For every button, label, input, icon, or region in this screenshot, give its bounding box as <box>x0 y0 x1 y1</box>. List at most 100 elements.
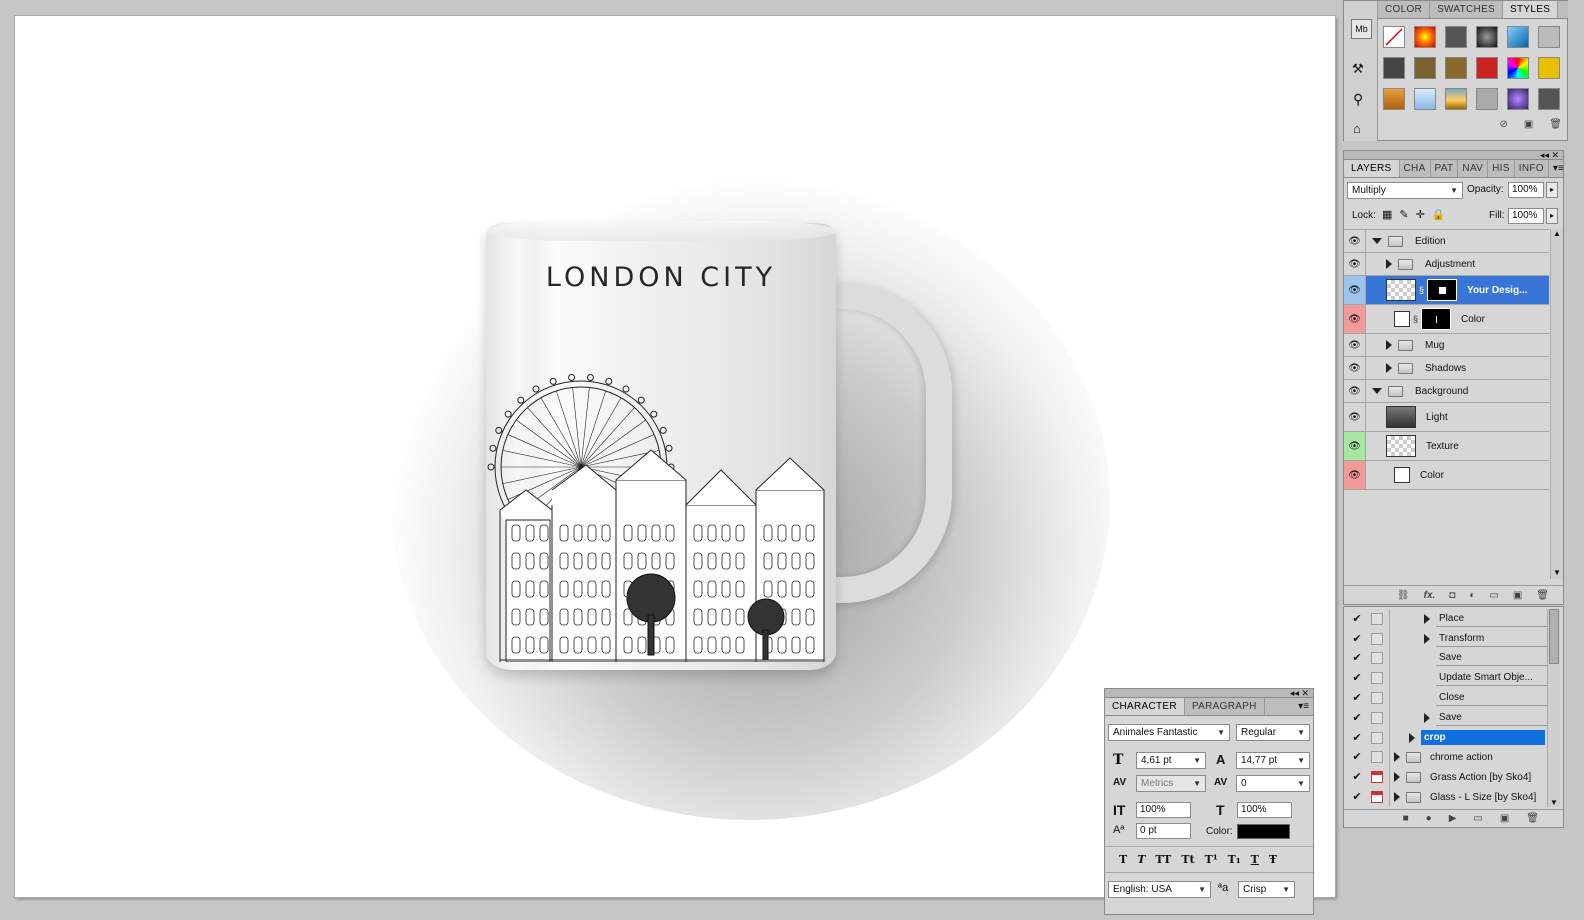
lock-pixels-icon[interactable]: ✎ <box>1399 208 1408 221</box>
mask-link-icon[interactable]: § <box>1413 314 1418 324</box>
layer-row[interactable]: 👁 Background <box>1344 380 1549 403</box>
tool-presets-icon[interactable]: ⚲ <box>1353 91 1363 108</box>
action-row[interactable]: ✔ Close <box>1344 688 1547 708</box>
new-set-icon[interactable]: ▭ <box>1473 813 1482 824</box>
style-swatch[interactable] <box>1414 88 1436 110</box>
blend-mode-select[interactable]: Multiply ▼ <box>1347 182 1463 199</box>
style-swatch[interactable] <box>1476 88 1498 110</box>
action-row[interactable]: ✔ chrome action <box>1344 747 1547 768</box>
link-layers-icon[interactable]: ⛓ <box>1397 590 1410 601</box>
brush-presets-icon[interactable]: ⚒ <box>1352 61 1364 77</box>
action-enabled-checkmark-icon[interactable]: ✔ <box>1351 633 1363 645</box>
tab-character-mini[interactable]: CHA <box>1400 160 1431 177</box>
expand-down-icon[interactable] <box>1372 388 1382 394</box>
expand-right-icon[interactable] <box>1424 613 1430 624</box>
new-layer-icon[interactable]: ▣ <box>1513 590 1522 601</box>
new-action-icon[interactable]: ▣ <box>1500 813 1509 824</box>
lock-position-icon[interactable]: ✛ <box>1416 208 1425 221</box>
stop-icon[interactable]: ■ <box>1403 813 1409 824</box>
layer-row[interactable]: 👁 Texture <box>1344 432 1549 461</box>
type-style-button[interactable]: T₁ <box>1228 853 1241 866</box>
style-none[interactable] <box>1383 26 1405 48</box>
new-style-icon[interactable]: ▣ <box>1524 119 1533 130</box>
dialog-toggle-icon[interactable] <box>1371 692 1383 705</box>
fill-input[interactable]: 100% <box>1508 208 1544 224</box>
layer-row[interactable]: 👁 Color <box>1344 461 1549 490</box>
action-enabled-checkmark-icon[interactable]: ✔ <box>1351 672 1363 684</box>
type-style-button[interactable]: T¹ <box>1205 853 1218 866</box>
expand-down-icon[interactable] <box>1372 238 1382 244</box>
leading-select[interactable]: 14,77 pt ▼ <box>1236 752 1310 769</box>
expand-right-icon[interactable] <box>1394 772 1400 783</box>
action-row[interactable]: ✔ Transform <box>1344 628 1547 649</box>
action-row[interactable]: ✔ Save <box>1344 707 1547 728</box>
type-style-button[interactable]: TT <box>1155 853 1171 866</box>
style-swatch[interactable] <box>1507 88 1529 110</box>
style-swatch[interactable] <box>1445 57 1467 79</box>
action-enabled-checkmark-icon[interactable]: ✔ <box>1351 692 1363 704</box>
expand-right-icon[interactable] <box>1424 633 1430 644</box>
action-row[interactable]: ✔ Grass Action [by Sko4] <box>1344 767 1547 788</box>
type-style-button[interactable]: T <box>1251 853 1259 866</box>
layer-visibility-eye-icon[interactable]: 👁 <box>1344 253 1366 275</box>
layer-row[interactable]: 👁 § Color <box>1344 305 1549 334</box>
layer-visibility-eye-icon[interactable]: 👁 <box>1344 276 1366 304</box>
expand-right-icon[interactable] <box>1394 792 1400 803</box>
delete-style-icon[interactable]: 🗑 <box>1549 119 1562 130</box>
style-swatch[interactable] <box>1445 26 1467 48</box>
style-swatch[interactable] <box>1476 26 1498 48</box>
dialog-toggle-icon[interactable] <box>1371 711 1383 724</box>
record-icon[interactable]: ● <box>1426 813 1432 824</box>
layer-row[interactable]: 👁 Mug <box>1344 334 1549 357</box>
type-style-button[interactable]: T <box>1119 853 1127 866</box>
layer-mask-thumbnail[interactable] <box>1421 308 1452 330</box>
layer-visibility-eye-icon[interactable]: 👁 <box>1344 432 1366 460</box>
tracking-select[interactable]: 0 ▼ <box>1236 775 1310 792</box>
layer-visibility-eye-icon[interactable]: 👁 <box>1344 305 1366 333</box>
fill-slider-button[interactable]: ▸ <box>1546 208 1558 224</box>
tab-layers[interactable]: LAYERS <box>1344 160 1400 177</box>
play-icon[interactable]: ▶ <box>1449 813 1457 824</box>
font-family-select[interactable]: Animales Fantastic ▼ <box>1108 724 1230 741</box>
dialog-toggle-icon[interactable] <box>1371 612 1383 625</box>
layer-visibility-eye-icon[interactable]: 👁 <box>1344 357 1366 379</box>
layer-visibility-eye-icon[interactable]: 👁 <box>1344 334 1366 356</box>
dialog-toggle-icon[interactable] <box>1371 672 1383 685</box>
layer-visibility-eye-icon[interactable]: 👁 <box>1344 461 1366 489</box>
layer-style-fx-icon[interactable]: fx. <box>1424 590 1436 601</box>
tab-info[interactable]: INFO <box>1515 160 1549 177</box>
expand-right-icon[interactable] <box>1386 259 1392 269</box>
vertical-scale-input[interactable]: 100% <box>1136 802 1191 818</box>
expand-right-icon[interactable] <box>1394 752 1400 763</box>
font-style-select[interactable]: Regular ▼ <box>1236 724 1310 741</box>
action-row[interactable]: ✔ Update Smart Obje... <box>1344 668 1547 689</box>
style-swatch[interactable] <box>1383 88 1405 110</box>
action-enabled-checkmark-icon[interactable]: ✔ <box>1351 652 1363 664</box>
panel-menu-icon[interactable]: ▾≡ <box>1549 163 1568 177</box>
layer-visibility-eye-icon[interactable]: 👁 <box>1344 230 1366 252</box>
tab-styles[interactable]: STYLES <box>1503 1 1559 18</box>
layer-visibility-eye-icon[interactable]: 👁 <box>1344 380 1366 402</box>
dialog-toggle-icon[interactable] <box>1371 791 1383 804</box>
tab-color[interactable]: COLOR <box>1378 1 1431 18</box>
layers-panel-grip[interactable]: ◂◂ ✕ <box>1344 150 1563 160</box>
action-enabled-checkmark-icon[interactable]: ✔ <box>1351 712 1363 724</box>
layers-scrollbar[interactable]: ▲ ▼ <box>1550 229 1563 579</box>
lock-transparency-icon[interactable]: ▦ <box>1382 208 1392 221</box>
dialog-toggle-icon[interactable] <box>1371 652 1383 665</box>
delete-action-icon[interactable]: 🗑 <box>1526 813 1539 824</box>
layer-mask-thumbnail[interactable] <box>1427 279 1458 301</box>
clone-source-icon[interactable]: ⌂ <box>1353 121 1361 136</box>
tab-navigator[interactable]: NAV <box>1458 160 1489 177</box>
type-style-button[interactable]: Tt <box>1181 853 1194 866</box>
expand-right-icon[interactable] <box>1386 363 1392 373</box>
font-size-select[interactable]: 4,61 pt ▼ <box>1136 752 1206 769</box>
new-group-icon[interactable]: ▭ <box>1489 590 1498 601</box>
lock-all-icon[interactable]: 🔒 <box>1432 208 1446 221</box>
tab-swatches[interactable]: SWATCHES <box>1430 1 1504 18</box>
baseline-shift-input[interactable]: 0 pt <box>1136 823 1191 839</box>
style-swatch[interactable] <box>1414 57 1436 79</box>
language-select[interactable]: English: USA ▼ <box>1108 881 1211 898</box>
style-swatch[interactable] <box>1538 88 1560 110</box>
layer-row[interactable]: 👁 Light <box>1344 403 1549 432</box>
